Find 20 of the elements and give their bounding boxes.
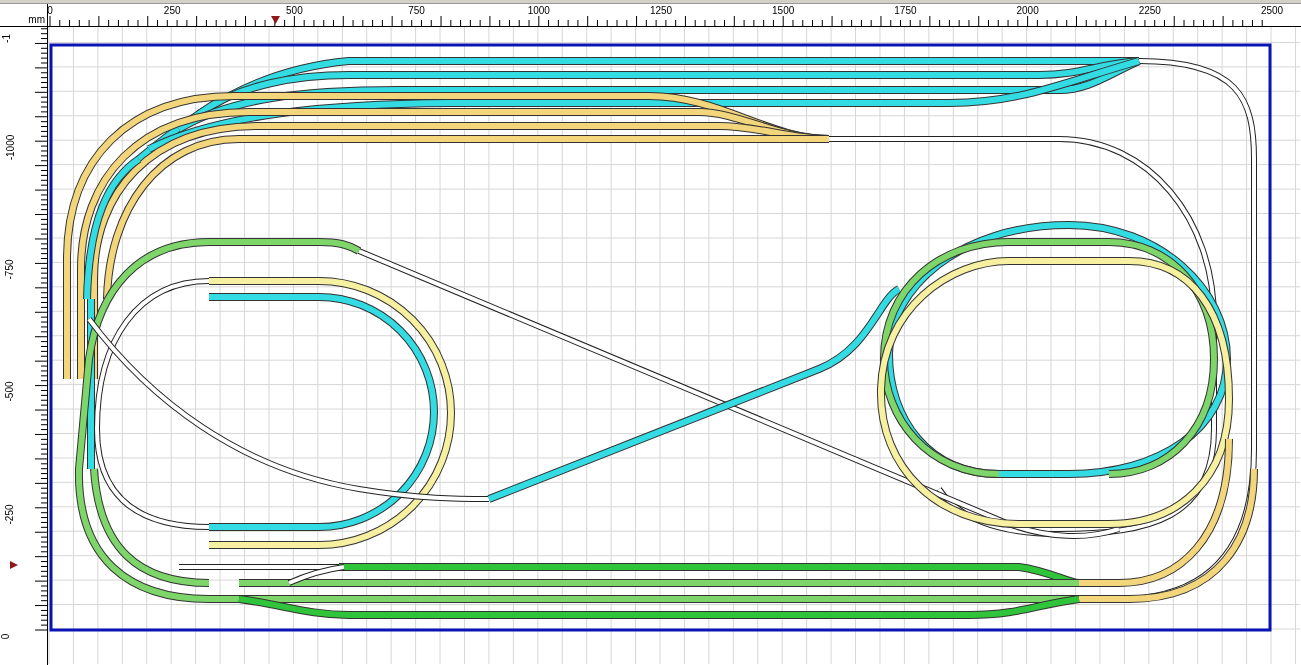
ruler-label: 2500 [1260,5,1284,16]
ruler-label: 1250 [649,5,673,16]
ruler-label: 1750 [894,5,917,16]
unit-label: mm [28,14,45,26]
ruler-label: -500 [3,381,15,402]
ruler-label: 1000 [527,5,550,16]
ruler-label: -1000 [4,134,16,161]
ruler-label: 0 [47,5,53,16]
position-marker-icon [10,561,18,569]
ruler-label: 0 [0,633,11,640]
ruler-label: -250 [3,504,15,525]
ruler-label: 750 [408,5,425,16]
ruler-label: 2250 [1138,5,1161,16]
ruler-label: -1 [0,34,12,43]
ruler-label: 250 [163,5,181,16]
ruler-label: 500 [286,5,303,16]
ruler-label: 1500 [772,5,795,16]
position-marker-icon [271,16,280,24]
ruler-label: 2000 [1016,5,1039,16]
ruler-label: -750 [3,259,15,280]
